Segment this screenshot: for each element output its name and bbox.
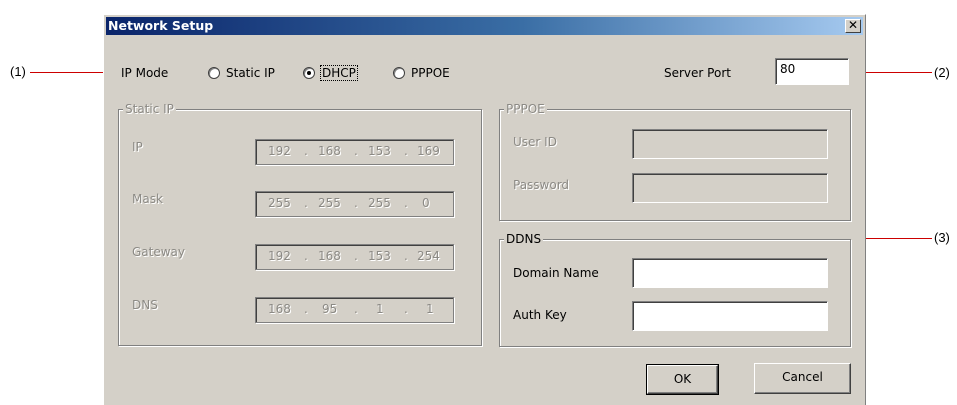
radio-pppoe[interactable] — [393, 67, 405, 79]
mask-dot: . — [354, 196, 358, 210]
gateway-dot: . — [304, 249, 308, 263]
ddns-group-title: DDNS — [504, 232, 544, 246]
title-bar[interactable]: Network Setup ✕ — [106, 17, 863, 35]
ip-dot: . — [354, 144, 358, 158]
mask-octet-3: 255 — [368, 196, 391, 210]
window-title: Network Setup — [108, 18, 214, 33]
mask-octet-1: 255 — [268, 196, 291, 210]
user-id-input[interactable] — [632, 129, 828, 159]
dns-dot: . — [304, 302, 308, 316]
domain-name-label: Domain Name — [513, 266, 599, 280]
gateway-label: Gateway — [132, 245, 186, 259]
close-button[interactable]: ✕ — [845, 19, 861, 33]
ip-dot: . — [404, 144, 408, 158]
dns-dot: . — [404, 302, 408, 316]
gateway-dot: . — [404, 249, 408, 263]
ip-label: IP — [132, 140, 143, 154]
callout-1: (1) — [10, 64, 26, 79]
server-port-label: Server Port — [664, 66, 731, 80]
ip-octet-4: 169 — [417, 144, 440, 158]
password-label: Password — [513, 178, 570, 192]
callout-2: (2) — [934, 65, 950, 80]
ok-button[interactable]: OK — [646, 364, 719, 395]
gateway-octet-2: 168 — [318, 249, 341, 263]
mask-octet-4: 0 — [422, 196, 430, 210]
dns-label: DNS — [132, 298, 158, 312]
radio-dhcp[interactable] — [303, 67, 315, 79]
radio-dhcp-label[interactable]: DHCP — [320, 65, 358, 81]
dns-field[interactable]: 168 . 95 . 1 . 1 — [255, 297, 454, 323]
close-icon: ✕ — [847, 18, 859, 32]
mask-octet-2: 255 — [318, 196, 341, 210]
domain-name-input[interactable] — [632, 258, 828, 288]
auth-key-label: Auth Key — [513, 308, 567, 322]
ip-octet-2: 168 — [318, 144, 341, 158]
radio-static-ip-label[interactable]: Static IP — [226, 66, 275, 80]
ip-address-field[interactable]: 192 . 168 . 153 . 169 — [255, 139, 454, 165]
dns-octet-4: 1 — [426, 302, 434, 316]
gateway-octet-1: 192 — [268, 249, 291, 263]
callout-2-line — [862, 72, 932, 73]
auth-key-input[interactable] — [632, 301, 828, 331]
pppoe-group-title: PPPOE — [504, 102, 547, 116]
mask-field[interactable]: 255 . 255 . 255 . 0 — [255, 191, 454, 217]
gateway-dot: . — [354, 249, 358, 263]
gateway-octet-3: 153 — [368, 249, 391, 263]
server-port-input[interactable]: 80 — [775, 58, 849, 85]
network-setup-dialog: Network Setup ✕ IP Mode Static IP DHCP P… — [103, 14, 866, 405]
dns-octet-1: 168 — [268, 302, 291, 316]
callout-3: (3) — [934, 230, 950, 245]
dns-dot: . — [354, 302, 358, 316]
static-ip-group-title: Static IP — [123, 102, 176, 116]
mask-dot: . — [404, 196, 408, 210]
dns-octet-2: 95 — [322, 302, 338, 316]
gateway-field[interactable]: 192 . 168 . 153 . 254 — [255, 244, 454, 270]
dns-octet-3: 1 — [376, 302, 384, 316]
gateway-octet-4: 254 — [417, 249, 440, 263]
callout-1-line — [30, 72, 110, 73]
mask-dot: . — [304, 196, 308, 210]
user-id-label: User ID — [513, 135, 557, 149]
ip-dot: . — [304, 144, 308, 158]
mask-label: Mask — [132, 192, 163, 206]
radio-pppoe-label[interactable]: PPPOE — [411, 66, 450, 80]
password-input[interactable] — [632, 173, 828, 203]
ip-mode-label: IP Mode — [121, 66, 169, 80]
pppoe-group: PPPOE — [499, 102, 851, 221]
cancel-button[interactable]: Cancel — [754, 363, 851, 394]
ip-octet-3: 153 — [368, 144, 391, 158]
radio-static-ip[interactable] — [208, 67, 220, 79]
radio-selected-dot — [307, 71, 311, 75]
ip-octet-1: 192 — [268, 144, 291, 158]
